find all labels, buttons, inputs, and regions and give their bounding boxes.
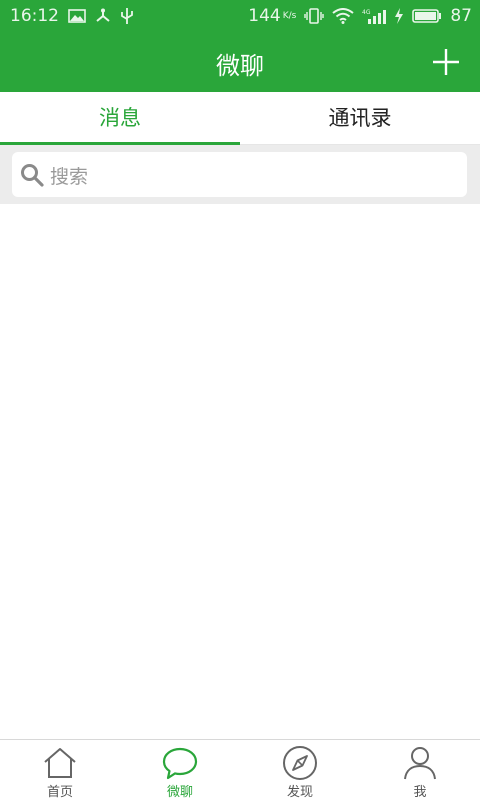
chat-bubble-icon [162, 747, 198, 780]
nav-label-chat: 微聊 [166, 785, 193, 800]
charging-icon [394, 8, 404, 24]
network-speed: 144 [248, 6, 281, 26]
wifi-icon [332, 8, 354, 24]
battery-level: 87 [450, 6, 472, 26]
title-bar: 微聊 [0, 32, 480, 92]
svg-text:4G: 4G [362, 9, 371, 16]
network-speed-unit: K/s [282, 10, 297, 21]
nav-item-discover[interactable]: 发现 [240, 740, 360, 800]
battery-icon [412, 8, 442, 24]
nav-item-me[interactable]: 我 [360, 740, 480, 800]
app-screen: 16:12 144 K/s 4G 87 微聊 消息 通讯录 搜索 首页 微聊 发… [0, 0, 480, 800]
status-left: 16:12 [10, 6, 134, 26]
search-placeholder: 搜索 [50, 166, 89, 188]
home-icon [44, 748, 76, 778]
nav-item-home[interactable]: 首页 [0, 740, 120, 800]
status-bar: 16:12 144 K/s 4G 87 [0, 0, 480, 32]
vibrate-icon [304, 8, 325, 24]
user-icon [404, 747, 436, 780]
usb-icon [120, 7, 134, 25]
nav-label-home: 首页 [46, 785, 73, 800]
tab-bar: 消息 通讯录 [0, 92, 480, 145]
search-area: 搜索 [0, 145, 480, 204]
image-icon [68, 9, 86, 23]
search-icon [21, 164, 44, 187]
signal-4g-icon: 4G [362, 8, 387, 24]
share-icon [95, 8, 111, 24]
tab-messages[interactable]: 消息 [0, 92, 240, 144]
bottom-nav: 首页 微聊 发现 我 [0, 739, 480, 800]
tab-messages-label: 消息 [99, 106, 141, 130]
page-title: 微聊 [216, 52, 264, 80]
tab-contacts-label: 通讯录 [328, 106, 392, 130]
status-right: 144 K/s 4G 87 [248, 6, 472, 26]
nav-item-chat[interactable]: 微聊 [120, 740, 240, 800]
compass-icon [283, 746, 317, 780]
status-time: 16:12 [10, 6, 59, 26]
tab-contacts[interactable]: 通讯录 [240, 92, 480, 144]
nav-label-discover: 发现 [286, 785, 313, 800]
plus-icon [433, 49, 459, 75]
add-button[interactable] [432, 48, 460, 76]
search-input[interactable]: 搜索 [12, 152, 467, 197]
message-list [0, 204, 480, 739]
nav-label-me: 我 [413, 785, 427, 800]
